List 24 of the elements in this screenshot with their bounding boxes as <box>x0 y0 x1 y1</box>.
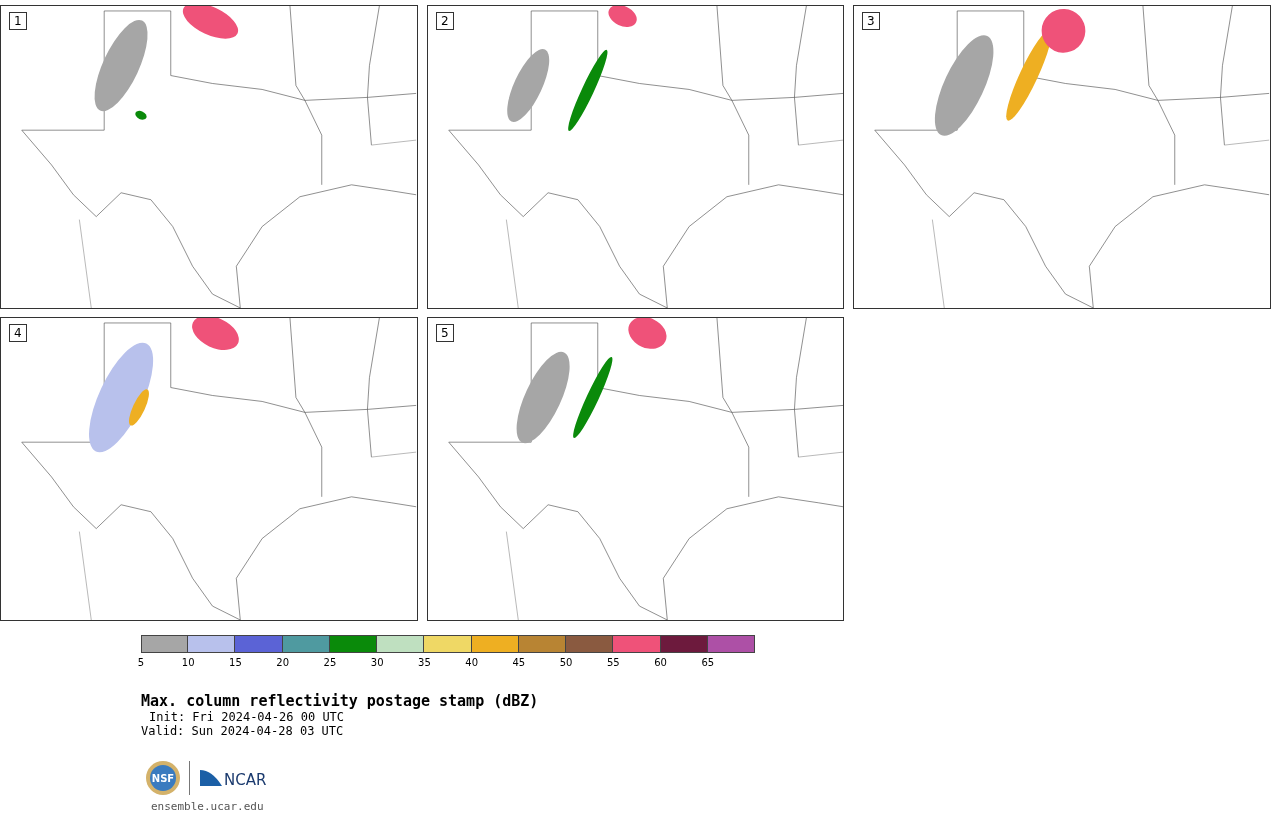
tick-label: 30 <box>370 657 384 668</box>
panel-number: 4 <box>9 324 27 342</box>
tick-label: 20 <box>276 657 290 668</box>
valid-time: Valid: Sun 2024-04-28 03 UTC <box>141 724 344 738</box>
chart-title: Max. column reflectivity postage stamp (dBZ) <box>141 692 540 710</box>
tick-label: 35 <box>418 657 431 668</box>
panel-number: 3 <box>862 12 880 30</box>
tick-label: 60 <box>654 657 667 668</box>
init-time: Init: Fri 2024-04-26 00 UTC <box>148 710 345 724</box>
tick-label: 5 <box>137 657 145 668</box>
panel-number: 2 <box>436 12 454 30</box>
tick-label: 40 <box>465 657 478 668</box>
website-url: ensemble.ucar.edu <box>151 800 264 813</box>
tick-label: 50 <box>559 657 573 668</box>
tick-label: 25 <box>323 657 337 668</box>
tick-label: 65 <box>701 657 715 668</box>
tick-label: 55 <box>607 657 620 668</box>
panel-number: 5 <box>436 324 454 342</box>
tick-label: 15 <box>229 657 242 668</box>
tick-label: 45 <box>512 657 526 668</box>
ncar-logo: NCAR <box>198 766 272 790</box>
nsf-logo: NSF <box>145 760 181 796</box>
tick-label: 10 <box>181 657 195 668</box>
panel-number: 1 <box>9 12 27 30</box>
